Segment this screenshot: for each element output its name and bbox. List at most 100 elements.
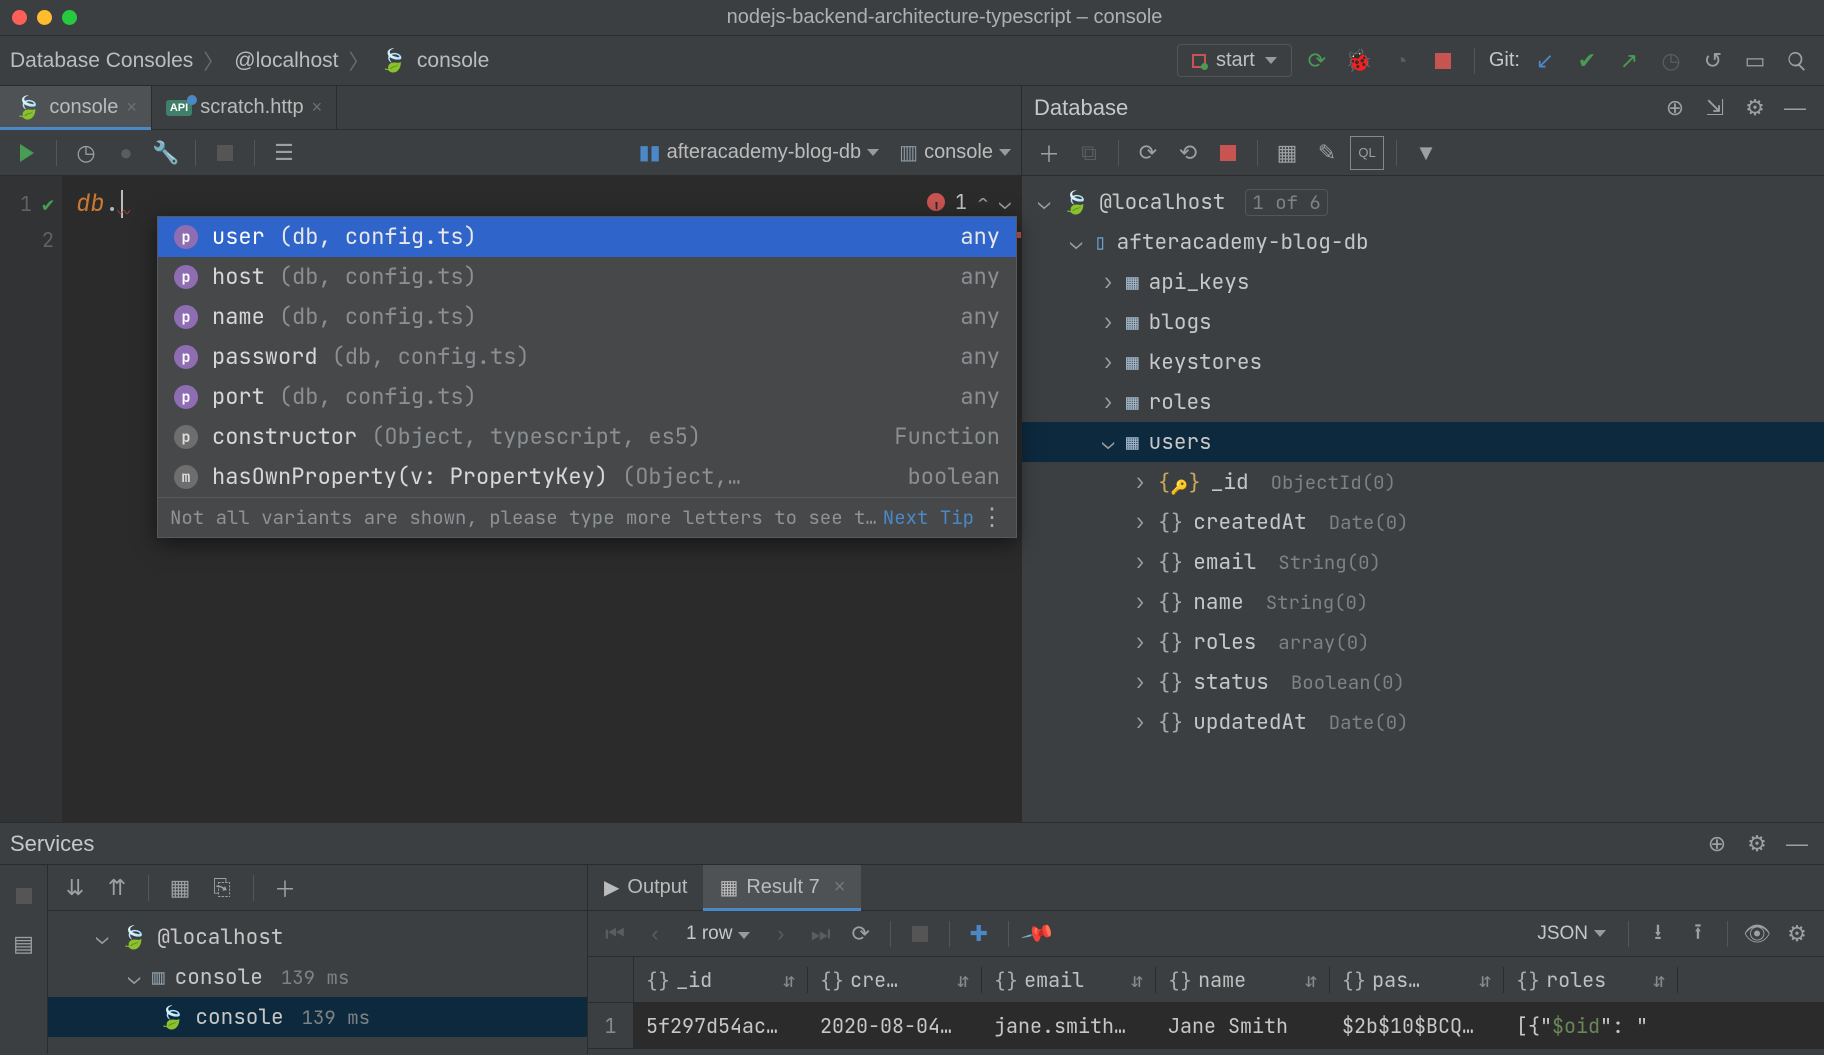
tree-schema[interactable]: ⌄▯afteracademy-blog-db (1022, 222, 1824, 262)
filter-icon[interactable]: ▼ (1409, 136, 1443, 170)
edit-icon[interactable]: ✎ (1310, 136, 1344, 170)
format-selector[interactable]: JSON (1537, 923, 1606, 945)
tree-table-roles[interactable]: ›▦roles (1022, 382, 1824, 422)
add-icon[interactable]: ＋ (1032, 136, 1066, 170)
next-page-icon[interactable]: › (764, 917, 798, 951)
screen-icon[interactable]: ▭ (1738, 44, 1772, 78)
sort-icon[interactable]: ⇵ (957, 967, 969, 993)
next-tip-link[interactable]: Next Tip (883, 499, 974, 537)
autocomplete-item[interactable]: pport(db, config.ts)any (158, 377, 1016, 417)
console-selector[interactable]: ▥ console (899, 140, 1011, 165)
sort-icon[interactable]: ⇵ (1305, 967, 1317, 993)
cell-created[interactable]: 2020-08-04… (808, 1003, 982, 1048)
rows-label[interactable]: 1 row (686, 923, 750, 945)
export-down-icon[interactable]: ⭳ (1641, 917, 1675, 951)
tree-host[interactable]: ⌄🍃@localhost1 of 6 (1022, 182, 1824, 222)
expand-all-icon[interactable]: ⇊ (58, 871, 92, 905)
tree-column-_id[interactable]: ›{🔑}_idObjectId(0) (1022, 462, 1824, 502)
tx-icon[interactable]: ● (109, 136, 143, 170)
autocomplete-item[interactable]: pname(db, config.ts)any (158, 297, 1016, 337)
tree-table-users[interactable]: ⌄▦users (1022, 422, 1824, 462)
tab-output[interactable]: ▶ Output (588, 865, 703, 910)
refresh-icon[interactable]: ⟳ (1131, 136, 1165, 170)
gear-icon[interactable]: ⚙ (1738, 91, 1772, 125)
search-icon[interactable] (1780, 44, 1814, 78)
breadcrumb-host[interactable]: @localhost (234, 49, 338, 73)
collapse-icon[interactable]: ⇲ (1698, 91, 1732, 125)
breadcrumb-root[interactable]: Database Consoles (10, 49, 193, 73)
breadcrumb-leaf[interactable]: console (417, 49, 489, 73)
result-grid[interactable]: {}_id⇵{}cre…⇵{}email⇵{}name⇵{}pas…⇵{}rol… (588, 957, 1824, 1054)
rollback-icon[interactable]: ↺ (1696, 44, 1730, 78)
profile-icon[interactable]: ◔ (1384, 44, 1418, 78)
prev-page-icon[interactable]: ‹ (638, 917, 672, 951)
grid-icon[interactable]: ▦ (163, 871, 197, 905)
close-window-button[interactable] (12, 10, 27, 25)
autocomplete-item[interactable]: ppassword(db, config.ts)any (158, 337, 1016, 377)
autocomplete-item[interactable]: puser(db, config.ts)any (158, 217, 1016, 257)
chevron-up-icon[interactable]: ⌃ (977, 184, 989, 220)
autocomplete-item[interactable]: phost(db, config.ts)any (158, 257, 1016, 297)
execute-icon[interactable] (10, 136, 44, 170)
inspection-widget[interactable]: 1 ⌃ ⌄ (927, 184, 1011, 220)
close-tab-icon[interactable]: × (834, 876, 846, 899)
git-pull-icon[interactable]: ↙ (1528, 44, 1562, 78)
column-header[interactable]: {}email⇵ (982, 967, 1156, 993)
schema-selector[interactable]: ▮▮ afteracademy-blog-db (639, 140, 880, 165)
history-icon[interactable]: ◷ (1654, 44, 1688, 78)
reload-icon[interactable]: ⟳ (844, 917, 878, 951)
eye-icon[interactable]: 👁 (1740, 917, 1774, 951)
layout-icon[interactable]: ▤ (7, 927, 41, 961)
hide-panel-icon[interactable]: — (1778, 91, 1812, 125)
cell-roles[interactable]: [{"$oid": " (1504, 1003, 1678, 1048)
add-row-icon[interactable]: ✚ (962, 917, 996, 951)
run-with-coverage-icon[interactable]: ⟳ (1300, 44, 1334, 78)
sort-icon[interactable]: ⇵ (1653, 967, 1665, 993)
cell-password[interactable]: $2b$10$BCQ… (1330, 1003, 1504, 1048)
stop-icon[interactable] (903, 917, 937, 951)
tab-result[interactable]: ▦ Result 7 × (703, 865, 861, 910)
stop-button[interactable] (1426, 44, 1460, 78)
target-icon[interactable]: ⊕ (1658, 91, 1692, 125)
tab-scratch[interactable]: API scratch.http × (152, 86, 337, 129)
history-icon[interactable]: ◷ (69, 136, 103, 170)
column-header[interactable]: {}name⇵ (1156, 967, 1330, 993)
run-config-dropdown[interactable]: start (1177, 44, 1292, 77)
close-tab-icon[interactable]: × (312, 97, 323, 118)
tree-row-console[interactable]: ⌄ ▥ console 139 ms (48, 957, 587, 997)
tree-column-name[interactable]: ›{}nameString(0) (1022, 582, 1824, 622)
grid-row[interactable]: 1 5f297d54ac… 2020-08-04… jane.smith… Ja… (588, 1003, 1824, 1049)
column-header[interactable]: {}roles⇵ (1504, 967, 1678, 993)
services-tree[interactable]: ⌄ 🍃 @localhost ⌄ ▥ console 139 ms 🍃 cons… (48, 911, 587, 1054)
tree-table-blogs[interactable]: ›▦blogs (1022, 302, 1824, 342)
wrench-icon[interactable]: 🔧 (149, 136, 183, 170)
git-push-icon[interactable]: ↗ (1612, 44, 1646, 78)
stop-icon[interactable] (1211, 136, 1245, 170)
sync-icon[interactable]: ⟲ (1171, 136, 1205, 170)
code-text[interactable]: db.〰 1 ⌃ ⌄ puser(db, config.ts)anyphost(… (62, 176, 1021, 822)
code-area[interactable]: 1✔ 2 db.〰 1 ⌃ ⌄ puser(db, config.ts)anyp… (0, 176, 1021, 822)
export-up-icon[interactable]: ⭱ (1681, 917, 1715, 951)
column-header[interactable]: {}pas…⇵ (1330, 967, 1504, 993)
gear-icon[interactable]: ⚙ (1780, 917, 1814, 951)
settings-icon[interactable]: ☰ (267, 136, 301, 170)
column-header[interactable]: {}_id⇵ (634, 967, 808, 993)
tree-column-createdAt[interactable]: ›{}createdAtDate(0) (1022, 502, 1824, 542)
tree-column-updatedAt[interactable]: ›{}updatedAtDate(0) (1022, 702, 1824, 742)
autocomplete-item[interactable]: mhasOwnProperty(v: PropertyKey)(Object,…… (158, 457, 1016, 497)
minimize-window-button[interactable] (37, 10, 52, 25)
column-header[interactable]: {}cre…⇵ (808, 967, 982, 993)
gear-icon[interactable]: ⚙ (1740, 827, 1774, 861)
cell-email[interactable]: jane.smith… (982, 1003, 1156, 1048)
target-icon[interactable]: ⊕ (1700, 827, 1734, 861)
debug-icon[interactable]: 🐞 (1342, 44, 1376, 78)
sql-icon[interactable]: QL (1350, 136, 1384, 170)
last-page-icon[interactable]: ⏭ (804, 917, 838, 951)
hide-panel-icon[interactable]: — (1780, 827, 1814, 861)
maximize-window-button[interactable] (62, 10, 77, 25)
first-page-icon[interactable]: ⏮ (598, 917, 632, 951)
more-icon[interactable]: ⋮ (980, 513, 1004, 523)
tree-row-query[interactable]: 🍃 console 139 ms (48, 997, 587, 1037)
close-tab-icon[interactable]: × (126, 97, 137, 118)
tree-table-api_keys[interactable]: ›▦api_keys (1022, 262, 1824, 302)
